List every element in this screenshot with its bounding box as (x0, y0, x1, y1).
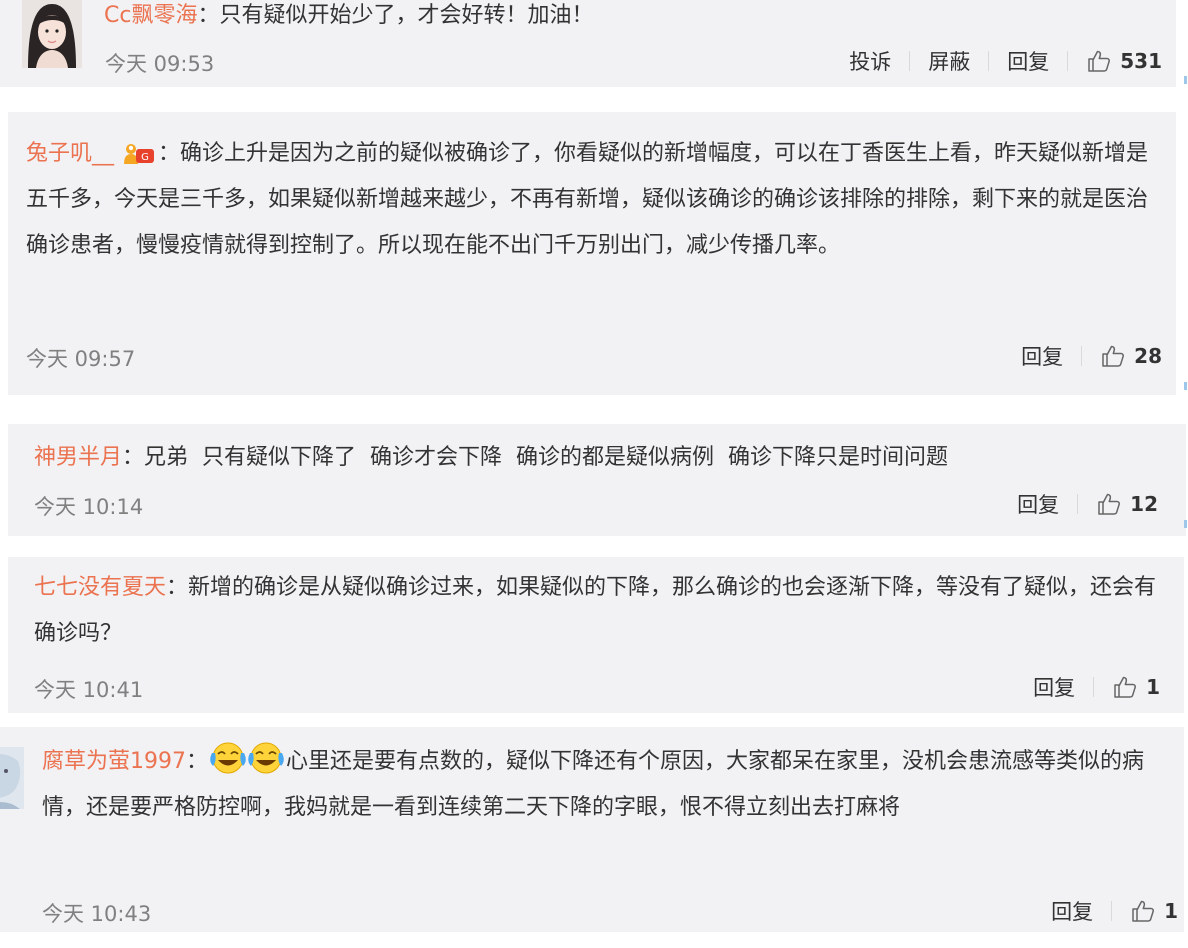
divider (988, 51, 990, 71)
comment-actions: 回复 1 (1051, 896, 1178, 926)
comment-time: 今天 10:41 (34, 678, 144, 702)
comment-card: 神男半月：兄弟 只有疑似下降了 确诊才会下降 确诊的都是疑似病例 确诊下降只是时… (8, 424, 1186, 536)
divider (909, 51, 911, 71)
comment-card: 兔子叽__ G ：确诊上升是因为之前的疑似被确诊了，你看疑似的新增幅度，可以在丁香医… (8, 112, 1176, 395)
comment-body: 神男半月：兄弟 只有疑似下降了 确诊才会下降 确诊的都是疑似病例 确诊下降只是时… (34, 445, 948, 470)
comment-card: 七七没有夏天：新增的确诊是从疑似确诊过来，如果疑似的下降，那么确诊的也会逐渐下降… (8, 557, 1184, 713)
comment-body: 七七没有夏天：新增的确诊是从疑似确诊过来，如果疑似的下降，那么确诊的也会逐渐下降… (34, 575, 1157, 646)
reply-button[interactable]: 回复 (1017, 489, 1059, 519)
comment-body: 兔子叽__ G ：确诊上升是因为之前的疑似被确诊了，你看疑似的新增幅度，可以在丁香医… (26, 141, 1149, 258)
thumbs-up-icon (1098, 493, 1121, 515)
block-button[interactable]: 屏蔽 (928, 46, 970, 76)
comment-body: 腐草为萤1997： 心里还是要有点数的，疑似下降还有个原因，大家都呆在家里，没机会… (42, 739, 1162, 831)
user-avatar[interactable] (0, 747, 24, 809)
comment-username[interactable]: 七七没有夏天 (34, 575, 166, 600)
laughing-crying-emoji-icon (210, 742, 246, 774)
comment-actions: 投诉 屏蔽 回复 531 (849, 46, 1162, 76)
comment-text: 确诊上升是因为之前的疑似被确诊了，你看疑似的新增幅度，可以在丁香医生上看，昨天疑… (26, 141, 1149, 258)
comment-username[interactable]: 神男半月 (34, 445, 122, 470)
laughing-crying-emoji-icon (248, 742, 284, 774)
comment-username[interactable]: 腐草为萤1997 (42, 749, 186, 774)
divider (1093, 677, 1095, 697)
comment-card: 腐草为萤1997： 心里还是要有点数的，疑似下降还有个原因，大家都呆在家里，没机会… (0, 727, 1184, 932)
comment-actions: 回复 1 (1033, 672, 1160, 702)
divider (1077, 494, 1079, 514)
report-button[interactable]: 投诉 (849, 46, 891, 76)
comment-body: Cc飘零海：只有疑似开始少了，才会好转！加油！ (104, 3, 594, 28)
comment-time: 今天 10:14 (34, 495, 144, 519)
comment-time: 今天 09:53 (105, 52, 215, 76)
reply-button[interactable]: 回复 (1033, 672, 1075, 702)
thumbs-up-icon (1114, 676, 1137, 698)
comment-username[interactable]: 兔子叽__ (26, 141, 114, 166)
comment-text: 兄弟 只有疑似下降了 确诊才会下降 确诊的都是疑似病例 确诊下降只是时间问题 (144, 445, 948, 470)
thumbs-up-icon (1088, 50, 1111, 72)
like-count: 28 (1134, 344, 1162, 368)
comment-actions: 回复 28 (1021, 341, 1162, 371)
svg-text:G: G (141, 152, 149, 163)
like-count: 1 (1164, 899, 1178, 923)
like-button[interactable]: 12 (1096, 491, 1158, 517)
like-count: 531 (1120, 49, 1162, 73)
comment-actions: 回复 12 (1017, 489, 1158, 519)
scroll-marker (1184, 382, 1187, 390)
like-button[interactable]: 1 (1112, 674, 1160, 700)
like-button[interactable]: 531 (1086, 48, 1162, 74)
scroll-marker (1184, 520, 1187, 528)
thumbs-up-icon (1132, 900, 1155, 922)
vip-crown-badge-icon: G (124, 144, 155, 164)
like-button[interactable]: 1 (1130, 898, 1178, 924)
divider (1111, 901, 1113, 921)
like-count: 12 (1130, 492, 1158, 516)
comment-time: 今天 10:43 (42, 902, 152, 926)
reply-button[interactable]: 回复 (1007, 46, 1049, 76)
reply-button[interactable]: 回复 (1021, 341, 1063, 371)
reply-button[interactable]: 回复 (1051, 896, 1093, 926)
scroll-marker (1184, 76, 1187, 84)
divider (1081, 346, 1083, 366)
divider (1067, 51, 1069, 71)
comment-text: 只有疑似开始少了，才会好转！加油！ (219, 3, 594, 28)
comment-time: 今天 09:57 (26, 347, 136, 371)
comment-card: Cc飘零海：只有疑似开始少了，才会好转！加油！ 今天 09:53 投诉 屏蔽 回… (0, 0, 1176, 87)
user-avatar[interactable] (22, 0, 82, 68)
like-count: 1 (1146, 675, 1160, 699)
thumbs-up-icon (1102, 345, 1125, 367)
comment-username[interactable]: Cc飘零海 (104, 3, 197, 28)
like-button[interactable]: 28 (1100, 343, 1162, 369)
comment-text: 新增的确诊是从疑似确诊过来，如果疑似的下降，那么确诊的也会逐渐下降，等没有了疑似… (34, 575, 1157, 646)
